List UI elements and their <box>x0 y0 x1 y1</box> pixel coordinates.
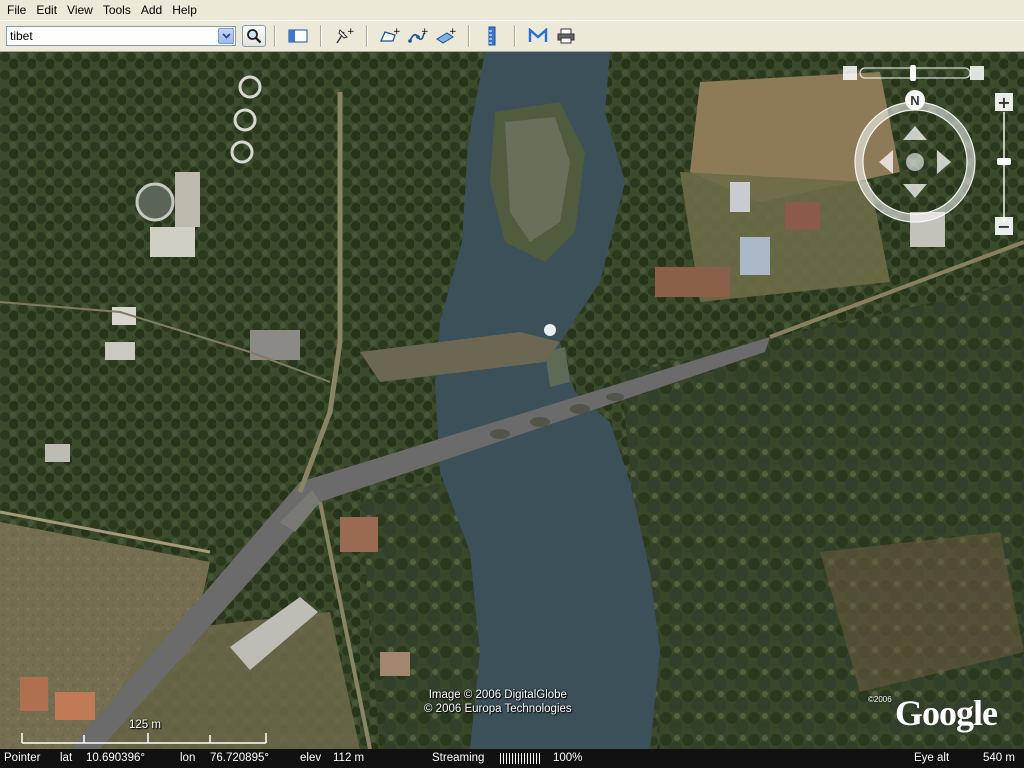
streaming-progress-bar <box>500 753 542 764</box>
pointer-label: Pointer <box>4 752 41 764</box>
placemark-icon: + <box>336 27 354 44</box>
tilt-bottom-button[interactable] <box>970 66 984 80</box>
menu-file[interactable]: File <box>2 0 31 20</box>
compass-north-label: N <box>910 93 919 108</box>
scale-bar: 125 m <box>20 719 270 745</box>
add-polygon-button[interactable]: + <box>378 25 402 47</box>
image-overlay-icon: + <box>436 27 457 44</box>
ruler-button[interactable] <box>480 25 504 47</box>
menu-help[interactable]: Help <box>167 0 202 20</box>
zoom-slider-thumb[interactable] <box>997 158 1011 165</box>
search-box <box>6 26 236 46</box>
streaming-percent: 100% <box>553 752 583 764</box>
search-input[interactable] <box>7 27 217 45</box>
svg-text:+: + <box>347 27 354 37</box>
email-icon <box>528 28 548 42</box>
add-image-overlay-button[interactable]: + <box>434 25 458 47</box>
elev-value: 112 m <box>333 752 365 764</box>
menu-view[interactable]: View <box>62 0 98 20</box>
sidebar-toggle-icon <box>288 29 308 43</box>
pan-up-icon[interactable] <box>903 126 927 140</box>
google-logo: Google <box>895 693 998 733</box>
status-bar: Pointer lat 10.690396° lon 76.720895° el… <box>0 749 1024 768</box>
polygon-icon: + <box>379 27 401 42</box>
tilt-slider-thumb[interactable] <box>910 65 916 81</box>
email-button[interactable] <box>526 25 550 47</box>
pan-center-icon[interactable] <box>906 153 924 171</box>
lon-label: lon <box>180 752 196 764</box>
search-icon <box>247 29 262 44</box>
map-view[interactable]: N + − Image © 2006 DigitalGlobe © 2006 E… <box>0 52 1024 749</box>
lat-label: lat <box>60 752 73 764</box>
eye-alt-value: 540 m <box>983 752 1015 764</box>
svg-text:+: + <box>393 27 401 37</box>
elev-label: elev <box>300 752 322 764</box>
menu-edit[interactable]: Edit <box>31 0 62 20</box>
menu-bar: File Edit View Tools Add Help <box>0 0 1024 20</box>
pan-down-icon[interactable] <box>903 184 927 198</box>
path-icon: + <box>408 27 429 43</box>
streaming-label: Streaming <box>432 752 485 764</box>
print-icon <box>557 28 575 44</box>
toolbar: + + + + <box>0 20 1024 52</box>
pan-right-icon[interactable] <box>937 150 951 174</box>
svg-text:+: + <box>421 27 429 37</box>
ruler-icon <box>488 26 496 46</box>
lon-value: 76.720895° <box>210 752 269 764</box>
imagery-attribution: Image © 2006 DigitalGlobe © 2006 Europa … <box>424 688 572 716</box>
navigation-controls: N + − <box>840 62 1020 242</box>
toolbar-separator <box>514 25 516 47</box>
svg-text:+: + <box>449 27 457 37</box>
toolbar-separator <box>274 25 276 47</box>
zoom-in-label: + <box>997 93 1010 112</box>
google-earth-window: File Edit View Tools Add Help + + + <box>0 0 1024 768</box>
eye-alt-label: Eye alt <box>914 752 950 764</box>
search-button[interactable] <box>242 25 266 47</box>
add-path-button[interactable]: + <box>406 25 430 47</box>
sidebar-toggle-button[interactable] <box>286 25 310 47</box>
search-dropdown-button[interactable] <box>218 28 234 44</box>
print-button[interactable] <box>554 25 578 47</box>
attribution-line-1: Image © 2006 DigitalGlobe <box>428 689 567 701</box>
toolbar-separator <box>320 25 322 47</box>
attribution-line-2: © 2006 Europa Technologies <box>424 703 572 715</box>
add-placemark-button[interactable]: + <box>332 25 356 47</box>
scale-graphic <box>21 733 267 744</box>
tilt-top-button[interactable] <box>843 66 857 80</box>
toolbar-separator <box>366 25 368 47</box>
toolbar-separator <box>468 25 470 47</box>
menu-add[interactable]: Add <box>136 0 167 20</box>
zoom-out-label: − <box>997 217 1010 236</box>
logo-year: ©2006 <box>868 695 892 704</box>
menu-tools[interactable]: Tools <box>98 0 136 20</box>
chevron-down-icon <box>221 33 231 39</box>
lat-value: 10.690396° <box>86 752 145 764</box>
pan-left-icon[interactable] <box>879 150 893 174</box>
navigation-graphic: N + − <box>843 65 1013 236</box>
